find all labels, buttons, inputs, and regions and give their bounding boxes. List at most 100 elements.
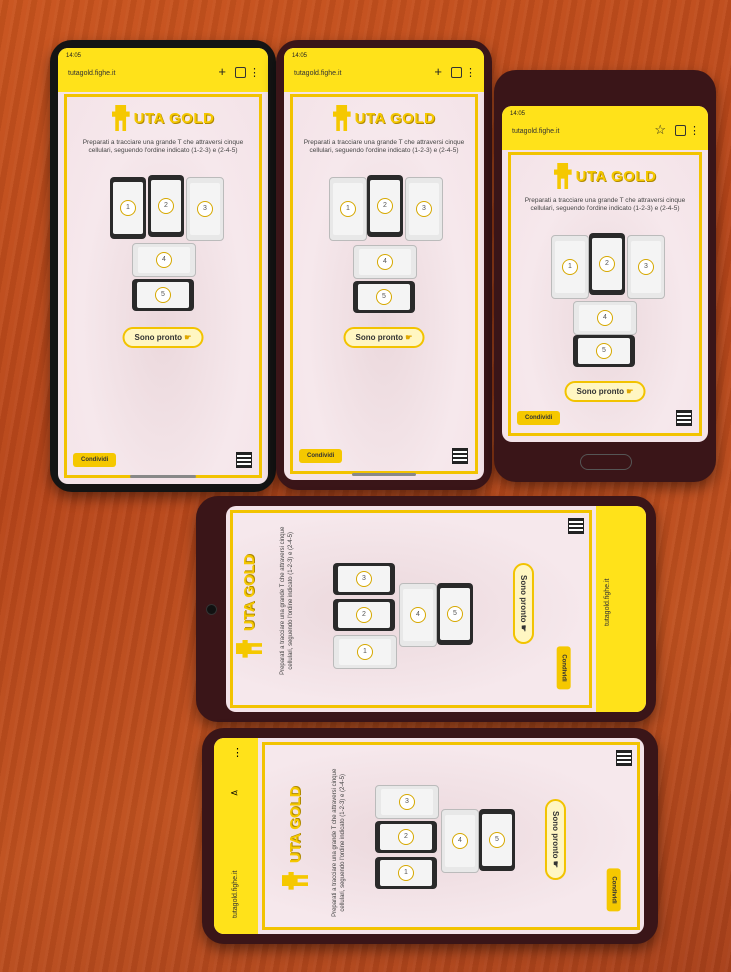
url-bar[interactable]: tutagold.fighe.it (512, 128, 559, 135)
share-button[interactable]: Condividi (517, 411, 561, 425)
url-bar[interactable]: tutagold.fighe.it (232, 871, 239, 918)
diagram-phone-2: 2 (333, 599, 395, 631)
new-tab-icon[interactable]: + (218, 64, 226, 79)
menu-icon[interactable]: ⋮ (465, 66, 476, 79)
app-panel: UTA GOLD Preparati a tracciare una grand… (262, 742, 640, 930)
front-camera-icon (206, 604, 217, 615)
ready-button[interactable]: Sono pronto ☛ (122, 327, 204, 348)
app-logo: UTA GOLD (293, 105, 475, 131)
diagram-number: 4 (410, 607, 426, 623)
share-button[interactable]: Condividi (606, 868, 621, 912)
diagram-number: 4 (452, 833, 468, 849)
app-title: UTA GOLD (286, 786, 304, 864)
diagram-number: 3 (416, 201, 432, 217)
app-title: UTA GOLD (354, 109, 436, 127)
diagram-number: 3 (399, 794, 415, 810)
diagram-phone-5: 5 (573, 335, 635, 367)
app-title: UTA GOLD (133, 109, 215, 127)
phone-layout-diagram: 1 2 3 4 5 (293, 175, 475, 317)
ready-button[interactable]: Sono pronto ☛ (564, 381, 646, 402)
phone-4: tutagold.fighe.it UTA GOLD Preparati a t… (196, 496, 656, 722)
diagram-phone-4: 4 (132, 243, 196, 277)
ready-button[interactable]: Sono pronto ☛ (544, 799, 566, 880)
app-logo: UTA GOLD (67, 105, 259, 131)
ready-button[interactable]: Sono pronto ☛ (343, 327, 425, 348)
menu-icon[interactable]: ⋮ (689, 124, 700, 137)
diagram-number: 1 (398, 865, 414, 881)
diagram-number: 1 (357, 644, 373, 660)
diagram-number: 2 (377, 198, 393, 214)
menu-icon[interactable]: ⋮ (249, 66, 260, 79)
app-panel: UTA GOLD Preparati a tracciare una grand… (290, 94, 478, 474)
diagram-number: 5 (596, 343, 612, 359)
menu-icon[interactable]: ⋮ (232, 746, 243, 759)
bookmark-icon[interactable]: ☆ (654, 122, 666, 138)
tabs-icon[interactable] (235, 67, 246, 78)
tabs-icon[interactable] (451, 67, 462, 78)
pointing-hand-icon: ☛ (184, 333, 192, 342)
diagram-phone-2: 2 (367, 175, 403, 237)
diagram-phone-5: 5 (437, 583, 473, 645)
qr-code-icon (452, 448, 468, 464)
instructions: Preparati a tracciare una grande T che a… (82, 139, 244, 155)
qr-code-icon (568, 518, 584, 534)
phone-3: 14:05 tutagold.fighe.it ☆ ⋮ UTA GOLD Pre… (494, 70, 716, 482)
diagram-phone-1: 1 (551, 235, 589, 299)
home-button[interactable] (580, 454, 632, 470)
pointing-hand-icon: ☛ (626, 387, 634, 396)
home-indicator (130, 475, 196, 478)
home-indicator (352, 473, 416, 476)
diagram-phone-2: 2 (589, 233, 625, 295)
app-title: UTA GOLD (575, 167, 657, 185)
ready-button[interactable]: Sono pronto ☛ (512, 563, 534, 644)
diagram-phone-3: 3 (627, 235, 665, 299)
diagram-number: 2 (158, 198, 174, 214)
instructions: Preparati a tracciare una grande T che a… (303, 139, 465, 155)
qr-code-icon (236, 452, 252, 468)
phone-5: tutagold.fighe.it ⋖ ⋮ UTA GOLD Preparati… (202, 728, 658, 944)
instructions: Preparati a tracciare una grande T che a… (332, 768, 346, 917)
diagram-phone-4: 4 (353, 245, 417, 279)
phone-layout-diagram: 1 2 3 4 5 (67, 175, 259, 317)
share-button[interactable]: Condividi (299, 449, 343, 463)
diagram-phone-2: 2 (148, 175, 184, 237)
app-panel: UTA GOLD Preparati a tracciare una grand… (230, 510, 592, 708)
diagram-phone-1: 1 (333, 635, 397, 669)
phone-2: 14:05 tutagold.fighe.it + ⋮ UTA GOLD Pre… (276, 40, 492, 490)
share-button[interactable]: Condividi (556, 646, 571, 690)
new-tab-icon[interactable]: + (434, 64, 442, 79)
status-time: 14:05 (510, 111, 526, 117)
instructions: Preparati a tracciare una grande T che a… (280, 526, 294, 675)
browser-toolbar: tutagold.fighe.it (596, 506, 646, 712)
url-bar[interactable]: tutagold.fighe.it (68, 70, 115, 77)
logo-mark-icon (236, 640, 262, 658)
diagram-number: 1 (340, 201, 356, 217)
diagram-phone-3: 3 (405, 177, 443, 241)
phone-screen: tutagold.fighe.it ⋖ ⋮ UTA GOLD Preparati… (214, 738, 644, 934)
pointing-hand-icon: ☛ (550, 860, 560, 868)
diagram-number: 2 (356, 607, 372, 623)
phone-screen: 14:05 tutagold.fighe.it + ⋮ UTA GOLD Pre… (58, 48, 268, 484)
diagram-phone-5: 5 (132, 279, 194, 311)
app-title: UTA GOLD (240, 554, 258, 632)
diagram-number: 1 (562, 259, 578, 275)
diagram-phone-1: 1 (110, 177, 146, 239)
status-time: 14:05 (292, 53, 308, 59)
logo-mark-icon (553, 163, 572, 189)
diagram-number: 3 (356, 571, 372, 587)
qr-code-icon (616, 750, 632, 766)
diagram-phone-5: 5 (353, 281, 415, 313)
browser-toolbar: 14:05 tutagold.fighe.it + ⋮ (58, 48, 268, 92)
tabs-icon[interactable] (675, 125, 686, 136)
url-bar[interactable]: tutagold.fighe.it (294, 70, 341, 77)
diagram-number: 2 (599, 256, 615, 272)
share-icon[interactable]: ⋖ (230, 788, 238, 799)
status-time: 14:05 (66, 53, 82, 59)
app-panel: UTA GOLD Preparati a tracciare una grand… (508, 152, 702, 436)
share-button[interactable]: Condividi (73, 453, 117, 467)
diagram-phone-4: 4 (441, 809, 479, 873)
url-bar[interactable]: tutagold.fighe.it (604, 579, 611, 626)
pointing-hand-icon: ☛ (518, 624, 528, 632)
diagram-number: 5 (155, 287, 171, 303)
diagram-number: 4 (156, 252, 172, 268)
